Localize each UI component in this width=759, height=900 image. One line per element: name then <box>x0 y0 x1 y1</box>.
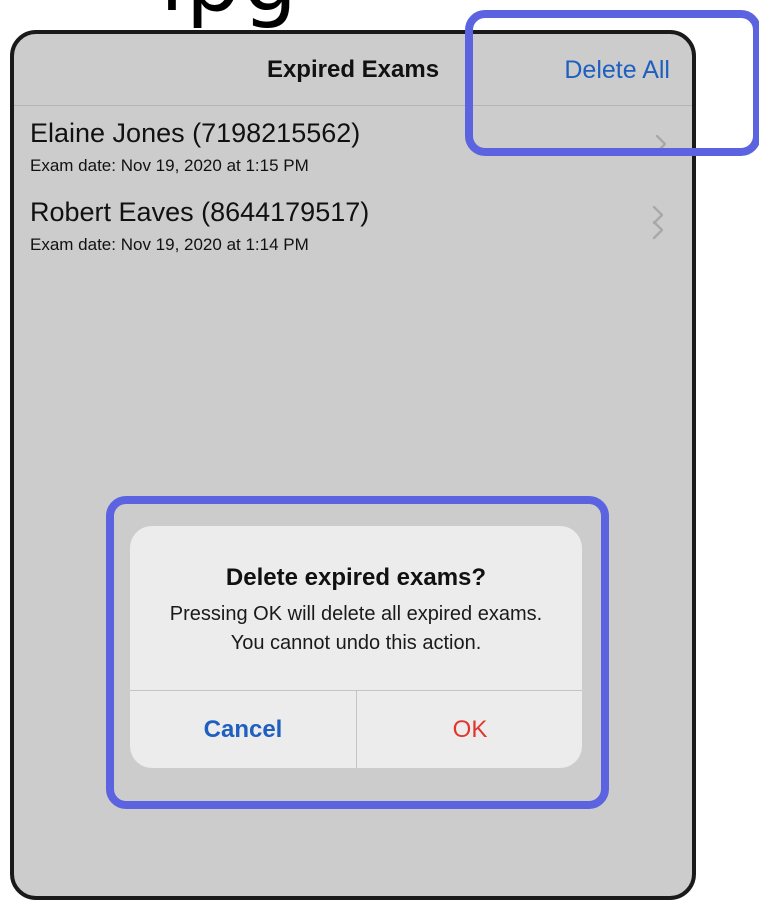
exam-row[interactable]: Robert Eaves (8644179517) Exam date: Nov… <box>14 197 692 273</box>
alert-message: Pressing OK will delete all expired exam… <box>169 603 543 654</box>
alert-title: Delete expired exams? <box>225 564 487 591</box>
navigation-bar: Expired Exams Delete All <box>14 34 692 106</box>
patient-name: Robert Eaves (8644179517) <box>30 197 370 227</box>
chevron-right-icon <box>652 205 664 225</box>
patient-name: Elaine Jones (7198215562) <box>30 118 361 148</box>
chevron-right-icon <box>655 134 667 154</box>
device-screen: Expired Exams Delete All Elaine Jones (7… <box>10 30 696 900</box>
exam-row[interactable]: Elaine Jones (7198215562) Exam date: Nov… <box>14 118 692 240</box>
exam-date: Exam date: Nov 19, 2020 at 1:14 PM <box>30 235 309 254</box>
alert-dialog: Delete expired exams? Pressing OK will d… <box>130 526 582 768</box>
ok-button[interactable]: OK <box>357 691 582 768</box>
cancel-button[interactable]: Cancel <box>130 691 356 768</box>
exam-date: Exam date: Nov 19, 2020 at 1:15 PM <box>30 156 309 175</box>
delete-all-button[interactable]: Delete All <box>564 56 670 85</box>
page-heading-fragment: ipg <box>160 0 299 24</box>
